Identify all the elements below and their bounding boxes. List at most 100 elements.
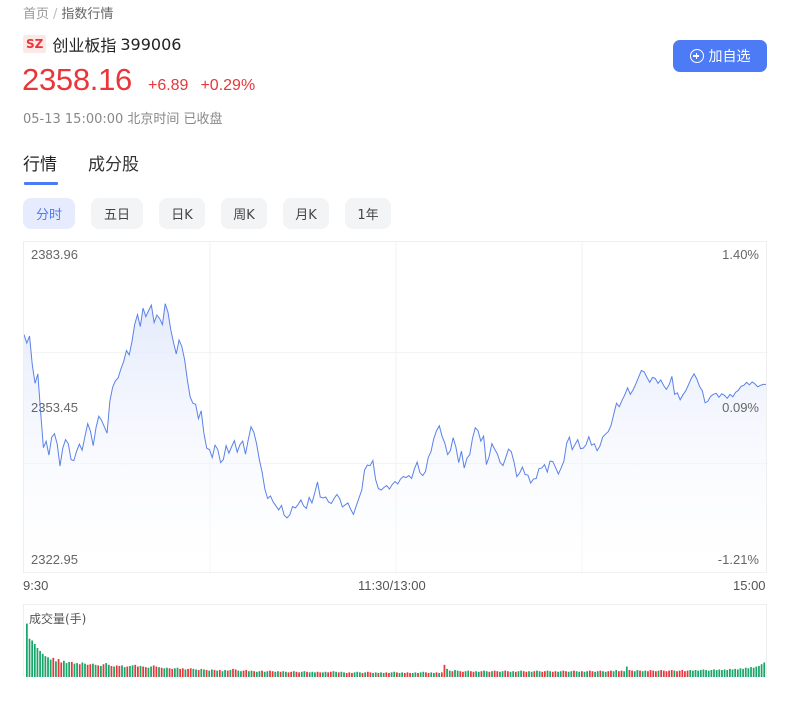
volume-bar [692, 670, 694, 677]
volume-bar [292, 671, 295, 677]
volume-bar [549, 671, 552, 677]
volume-bar [689, 670, 692, 677]
volume-bar [536, 670, 538, 677]
tab-quote[interactable]: 行情 [23, 150, 58, 185]
volume-bar [369, 672, 372, 677]
volume-bar [113, 666, 115, 677]
period-daily-k[interactable]: 日K [159, 198, 205, 229]
volume-bar [303, 671, 306, 677]
volume-chart[interactable]: 成交量(手) [23, 604, 767, 677]
volume-bar [594, 671, 596, 677]
volume-bar [647, 671, 649, 677]
intraday-chart[interactable] [23, 241, 768, 574]
volume-bar [353, 672, 356, 677]
volume-bar [211, 669, 213, 677]
volume-bar [187, 668, 189, 677]
volume-bar [123, 667, 126, 677]
add-to-watchlist-button[interactable]: 加自选 [673, 40, 767, 72]
volume-bar [649, 670, 652, 677]
volume-bar [174, 668, 176, 677]
volume-bar [726, 670, 729, 677]
volume-bar [639, 670, 641, 677]
volume-bar [359, 672, 361, 677]
price-area-fill [24, 303, 766, 574]
volume-bar [718, 669, 721, 677]
volume-bar [493, 670, 496, 677]
volume-bar [65, 663, 68, 677]
volume-bar [73, 663, 76, 677]
breadcrumb-home[interactable]: 首页 [23, 7, 49, 22]
volume-bar [205, 670, 208, 677]
volume-bar [575, 671, 578, 677]
volume-bar [631, 670, 633, 677]
volume-bar [240, 671, 242, 677]
period-one-year[interactable]: 1年 [345, 198, 391, 229]
volume-bar [343, 672, 345, 677]
volume-bar [440, 672, 443, 677]
y-right-tick-bottom: -1.21% [717, 552, 759, 567]
volume-bar [258, 671, 261, 677]
volume-bar [361, 672, 364, 677]
volume-bar [316, 671, 319, 677]
volume-bar [110, 665, 113, 677]
volume-bar [147, 667, 150, 677]
volume-bar [559, 671, 562, 677]
volume-bar [665, 671, 668, 677]
volume-bar [374, 672, 377, 677]
volume-bar [115, 665, 118, 677]
volume-bar [70, 661, 73, 677]
period-monthly-k[interactable]: 月K [283, 198, 329, 229]
market-badge: SZ [23, 35, 47, 53]
volume-bar [596, 671, 599, 677]
volume-bar [78, 664, 81, 677]
volume-bar [86, 664, 89, 677]
volume-bar [528, 671, 530, 677]
current-price: 2358.16 [22, 62, 132, 97]
volume-bar [467, 670, 470, 677]
breadcrumb-separator: / [53, 7, 58, 22]
volume-bar [224, 670, 226, 677]
volume-bar [364, 672, 367, 677]
add-to-watchlist-label: 加自选 [708, 49, 751, 65]
volume-bar [242, 670, 245, 677]
tab-constituents[interactable]: 成分股 [88, 150, 139, 185]
volume-bar [319, 672, 322, 677]
volume-bar [327, 672, 330, 677]
volume-bar [380, 672, 382, 677]
volume-bar [155, 666, 158, 677]
volume-bar [134, 664, 137, 677]
volume-bar [573, 670, 575, 677]
volume-bar [686, 670, 689, 677]
volume-bar [160, 667, 163, 677]
volume-bar [723, 669, 726, 677]
volume-bar [271, 671, 274, 677]
x-tick-close: 15:00 [733, 578, 766, 593]
volume-bar [411, 672, 414, 677]
volume-bar [618, 671, 620, 677]
period-intraday[interactable]: 分时 [23, 198, 75, 229]
volume-bar [314, 672, 316, 677]
volume-bar [739, 668, 742, 677]
period-weekly-k[interactable]: 周K [221, 198, 267, 229]
y-right-tick-mid: 0.09% [722, 400, 759, 415]
volume-bar [232, 668, 234, 677]
volume-bar [245, 670, 248, 677]
volume-bar [710, 670, 713, 677]
volume-bar [300, 671, 303, 677]
volume-bar [705, 670, 707, 677]
y-left-tick-top: 2383.96 [31, 247, 78, 262]
volume-bar [234, 669, 237, 677]
volume-bar [628, 670, 631, 677]
period-five-day[interactable]: 五日 [91, 198, 143, 229]
volume-bar [184, 669, 187, 677]
volume-bar [533, 671, 536, 677]
volume-bar [28, 638, 31, 677]
volume-bar [218, 670, 221, 677]
volume-bar [454, 670, 456, 677]
volume-bar [144, 667, 147, 677]
volume-bar [285, 671, 287, 677]
volume-bar [657, 670, 660, 677]
volume-bar [578, 671, 581, 677]
volume-bar [261, 670, 263, 677]
volume-bar [84, 663, 86, 677]
